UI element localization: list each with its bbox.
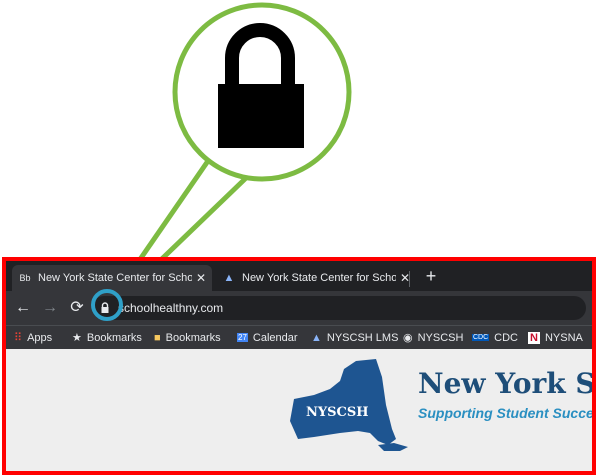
- browser-window: Bb New York State Center for School ✕ ▲ …: [2, 257, 596, 475]
- blackboard-favicon-icon: Bb: [19, 273, 31, 283]
- tab-active[interactable]: Bb New York State Center for School ✕: [12, 265, 212, 291]
- toolbar: ← → ⟳ schoolhealthny.com: [6, 291, 592, 325]
- forward-button[interactable]: →: [39, 297, 61, 319]
- lock-icon[interactable]: [101, 302, 109, 314]
- bookmark-calendar[interactable]: 27 Calendar: [237, 326, 298, 349]
- star-icon: ★: [72, 332, 82, 344]
- site-tagline: Supporting Student Succe: [418, 405, 594, 421]
- bookmark-label: NYSCSH LMS: [326, 331, 399, 344]
- nyscsh-icon: ▲: [311, 331, 322, 344]
- bookmark-nyscsh[interactable]: ◉ NYSCSH: [403, 326, 463, 349]
- reload-button[interactable]: ⟳: [66, 297, 88, 319]
- bookmark-label: Bookmarks: [86, 331, 142, 344]
- new-tab-button[interactable]: +: [420, 265, 442, 287]
- page-content: NYSCSH New York Sta Supporting Student S…: [6, 349, 592, 471]
- bookmark-nyscsh-lms[interactable]: ▲ NYSCSH LMS: [311, 326, 398, 349]
- bookmark-label: Calendar: [252, 331, 298, 344]
- bookmarks-bar: ⠿ Apps ★ Bookmarks ■ Bookmarks 27 Calend…: [6, 325, 592, 349]
- bookmark-apps[interactable]: ⠿ Apps: [14, 326, 52, 349]
- calendar-icon: 27: [237, 333, 248, 342]
- bookmark-label: NYSNA: [544, 331, 583, 344]
- cdc-icon: CDC: [472, 334, 490, 341]
- nysna-icon: N: [528, 331, 540, 344]
- url-text: schoolhealthny.com: [118, 301, 224, 315]
- bookmark-cdc[interactable]: CDC CDC: [472, 326, 518, 349]
- site-title[interactable]: New York Sta: [418, 367, 592, 400]
- bookmark-bookmarks-star[interactable]: ★ Bookmarks: [72, 326, 142, 349]
- map-icon: ▲: [223, 272, 235, 284]
- bookmark-label: CDC: [494, 331, 519, 344]
- bookmark-label: Apps: [27, 331, 53, 344]
- address-bar[interactable]: schoolhealthny.com: [92, 296, 586, 320]
- bookmark-bookmarks-folder[interactable]: ■ Bookmarks: [154, 326, 221, 349]
- back-button[interactable]: ←: [12, 297, 34, 319]
- tab-strip: Bb New York State Center for School ✕ ▲ …: [6, 261, 592, 291]
- bookmark-nysna[interactable]: N NYSNA: [528, 326, 583, 349]
- map-label: NYSCSH: [306, 405, 369, 420]
- folder-icon: ■: [154, 331, 161, 344]
- close-icon[interactable]: ✕: [196, 271, 206, 285]
- tab-inactive[interactable]: ▲ New York State Center for School ✕: [216, 265, 416, 291]
- bookmark-label: NYSCSH: [417, 331, 464, 344]
- bookmark-label: Bookmarks: [165, 331, 221, 344]
- globe-icon: ◉: [403, 332, 413, 344]
- tab-title: New York State Center for School: [38, 272, 192, 284]
- tab-divider: [409, 271, 410, 287]
- apps-grid-icon: ⠿: [14, 332, 23, 344]
- tab-title: New York State Center for School: [242, 272, 396, 284]
